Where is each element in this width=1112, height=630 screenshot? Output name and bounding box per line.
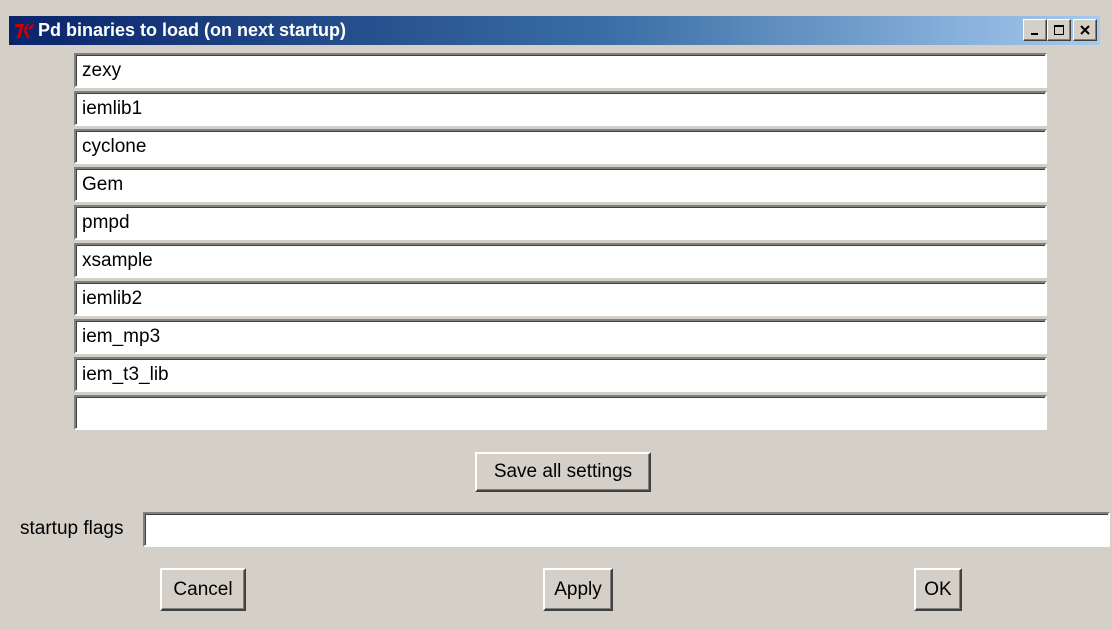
close-button[interactable] (1073, 19, 1097, 41)
binary-entry[interactable]: iem_t3_lib (74, 357, 1047, 392)
preferences-window: Pd binaries to load (on next startup) ze (0, 0, 1112, 630)
ok-button[interactable]: OK (914, 568, 962, 611)
startup-flags-label: startup flags (20, 518, 124, 539)
binary-entry[interactable]: Gem (74, 167, 1047, 202)
binary-entry[interactable]: iemlib1 (74, 91, 1047, 126)
binary-entry[interactable]: zexy (74, 53, 1047, 88)
binary-entry[interactable]: iemlib2 (74, 281, 1047, 316)
maximize-icon (1054, 25, 1064, 35)
maximize-button[interactable] (1047, 19, 1071, 41)
binary-entry[interactable]: iem_mp3 (74, 319, 1047, 354)
window-title: Pd binaries to load (on next startup) (38, 20, 347, 40)
minimize-button[interactable] (1023, 19, 1047, 41)
title-bar[interactable]: Pd binaries to load (on next startup) (9, 16, 1100, 45)
cancel-button[interactable]: Cancel (160, 568, 246, 611)
window-controls (1023, 19, 1097, 41)
minimize-icon (1031, 33, 1038, 35)
binary-entry[interactable] (74, 395, 1047, 430)
binary-entry[interactable]: cyclone (74, 129, 1047, 164)
close-icon (1080, 25, 1090, 35)
apply-button[interactable]: Apply (543, 568, 613, 611)
binary-entry[interactable]: pmpd (74, 205, 1047, 240)
tk-icon (13, 20, 35, 42)
startup-flags-input[interactable] (143, 512, 1110, 547)
save-all-settings-button[interactable]: Save all settings (475, 452, 651, 492)
binary-entry[interactable]: xsample (74, 243, 1047, 278)
